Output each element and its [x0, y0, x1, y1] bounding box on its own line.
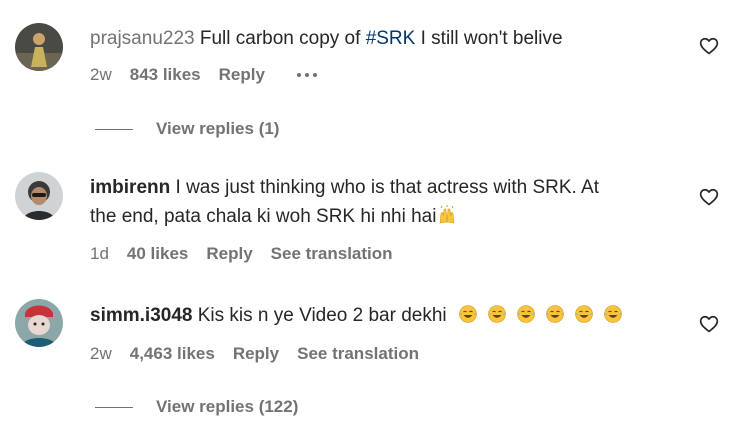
like-heart-icon[interactable] — [699, 187, 719, 207]
likes-count[interactable]: 4,463 likes — [130, 344, 215, 364]
comment-username[interactable]: imbirenn — [90, 177, 170, 198]
hashtag-link[interactable]: #SRK — [366, 28, 416, 49]
avatar[interactable] — [15, 23, 63, 71]
face-with-tears-of-joy-emoji-icon — [575, 305, 593, 323]
like-heart-icon[interactable] — [699, 36, 719, 56]
timestamp: 1d — [90, 244, 109, 263]
divider — [95, 128, 133, 130]
avatar[interactable] — [15, 172, 63, 220]
comment-username[interactable]: prajsanu223 — [90, 28, 195, 49]
view-replies-button[interactable]: View replies (1) — [95, 119, 279, 139]
reply-button[interactable]: Reply — [233, 344, 279, 364]
divider — [95, 406, 133, 408]
face-with-tears-of-joy-emoji-icon — [517, 305, 535, 323]
more-options-icon[interactable] — [296, 67, 317, 84]
view-replies-button[interactable]: View replies (122) — [95, 397, 298, 417]
like-heart-icon[interactable] — [699, 314, 719, 334]
face-with-tears-of-joy-emoji-icon — [546, 305, 564, 323]
comment-meta: 2w 4,463 likes Reply See translation — [90, 344, 437, 364]
face-with-tears-of-joy-emoji-icon — [488, 305, 506, 323]
raising-hands-emoji-icon — [440, 205, 455, 224]
comment-username[interactable]: simm.i3048 — [90, 305, 192, 326]
face-with-tears-of-joy-emoji-icon — [604, 305, 622, 323]
avatar[interactable] — [15, 299, 63, 347]
likes-count[interactable]: 40 likes — [127, 244, 188, 264]
comment-text: prajsanu223 Full carbon copy of #SRK I s… — [90, 28, 563, 49]
comment-meta: 1d 40 likes Reply See translation — [90, 244, 411, 264]
timestamp: 2w — [90, 65, 112, 84]
reply-button[interactable]: Reply — [206, 244, 252, 264]
likes-count[interactable]: 843 likes — [130, 65, 201, 85]
face-with-tears-of-joy-emoji-icon — [459, 305, 477, 323]
reply-button[interactable]: Reply — [219, 65, 265, 85]
comment-text-continued: the end, pata chala ki woh SRK hi nhi ha… — [90, 203, 466, 231]
timestamp: 2w — [90, 344, 112, 363]
comment-text: simm.i3048 Kis kis n ye Video 2 bar dekh… — [90, 302, 632, 330]
comment-meta: 2w 843 likes Reply — [90, 65, 317, 85]
emoji-group — [458, 305, 632, 326]
see-translation-button[interactable]: See translation — [297, 344, 419, 364]
see-translation-button[interactable]: See translation — [271, 244, 393, 264]
comment-text: imbirenn I was just thinking who is that… — [90, 177, 599, 198]
